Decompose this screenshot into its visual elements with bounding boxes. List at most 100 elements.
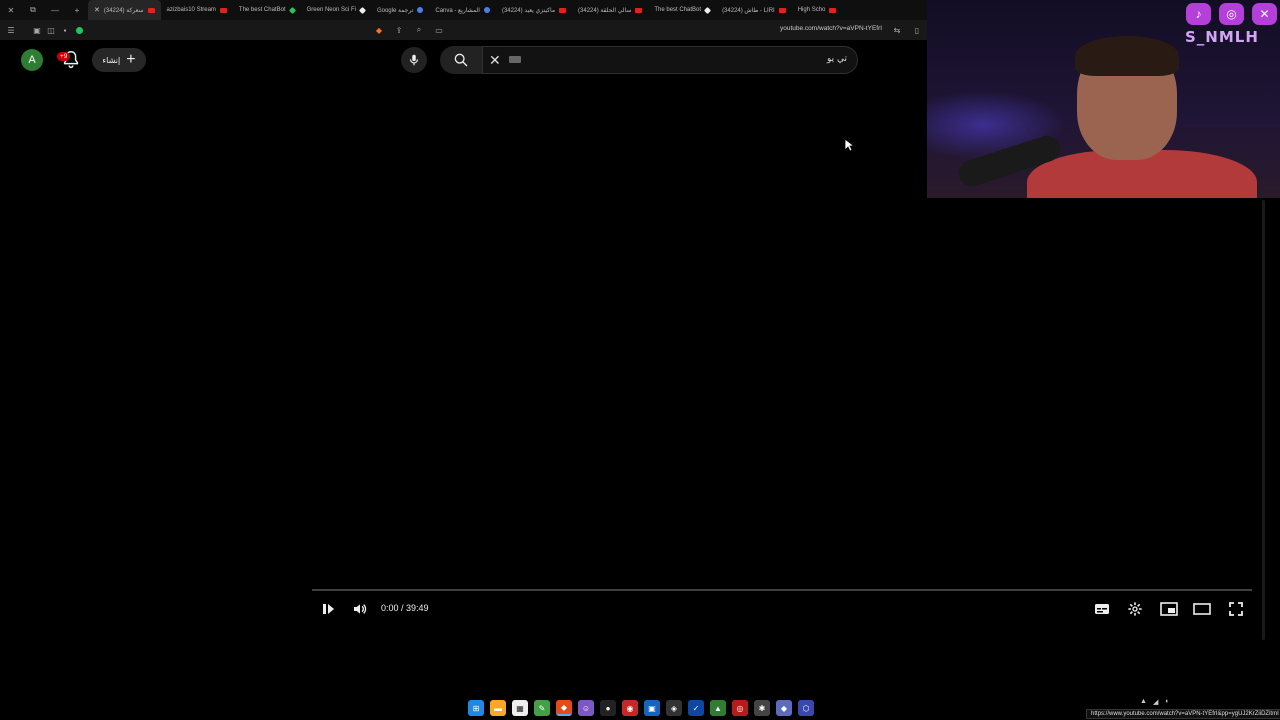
vpn-status-icon[interactable]: [72, 23, 86, 37]
cast-icon[interactable]: ▭: [432, 23, 446, 37]
new-tab-icon[interactable]: +: [66, 0, 88, 20]
minimize-window-icon[interactable]: —: [44, 0, 66, 20]
browser-tab[interactable]: (34224) ماكينزي يعيد: [496, 0, 572, 20]
time-display: 0:00 / 39:49: [381, 603, 429, 613]
miniplayer-icon: [1160, 602, 1178, 616]
restore-window-icon[interactable]: ⧉: [22, 0, 44, 20]
x-icon: ✕: [1252, 3, 1277, 25]
browser-tab[interactable]: ✕ (34224) سعركة: [88, 0, 161, 20]
blue-favicon-icon: [483, 7, 490, 13]
plus-icon: +: [126, 51, 136, 68]
browser-tab[interactable]: azizbais10 Stream: [161, 0, 233, 20]
tab-label: (34224) طاش - LIRI: [722, 7, 775, 14]
blue-favicon-icon: [417, 7, 424, 13]
browser-tab[interactable]: High Scho: [792, 0, 843, 20]
brave-browser-icon[interactable]: ◆: [556, 700, 572, 716]
share-icon[interactable]: ⇪: [392, 23, 406, 37]
youtube-favicon-icon: [147, 7, 155, 13]
voice-search-button[interactable]: [401, 47, 427, 73]
notification-badge: +9: [57, 52, 71, 61]
tab-label: Google ترجمة: [376, 7, 414, 14]
keyboard-icon[interactable]: [509, 56, 521, 63]
settings-app-icon[interactable]: ✱: [754, 700, 770, 716]
browser-toolbar: ☰ ▣ ◫ ▪ ◆ ⇪ ⌕ ▭ youtube.com/watch?v=aVPN…: [0, 20, 928, 40]
tab-label: (34224) ماكينزي يعيد: [501, 7, 556, 14]
calendar-icon[interactable]: ▦: [512, 700, 528, 716]
browser-tab[interactable]: Google ترجمة: [371, 0, 429, 20]
wallet-icon[interactable]: ▪: [58, 23, 72, 37]
file-explorer-icon[interactable]: ▬: [490, 700, 506, 716]
white-favicon-icon: [358, 6, 367, 14]
discord-icon[interactable]: ☺: [578, 700, 594, 716]
steam-icon[interactable]: ✓: [688, 700, 704, 716]
avatar[interactable]: A: [21, 49, 43, 71]
browser-tab[interactable]: The best ChatBot: [233, 0, 301, 20]
search-button[interactable]: [440, 46, 482, 74]
clear-search-icon[interactable]: ✕: [489, 52, 501, 69]
app-window-icon[interactable]: ▣: [644, 700, 660, 716]
youtube-header: A +9 إنشاء + ✕: [0, 40, 928, 80]
close-window-icon[interactable]: ✕: [0, 0, 22, 20]
volume-tray-icon[interactable]: ◖: [1164, 698, 1168, 706]
browser-tab[interactable]: (34224) سالي الحلقة: [572, 0, 648, 20]
miniplayer-button[interactable]: [1158, 598, 1180, 620]
white-favicon-icon: [704, 6, 712, 14]
youtube-favicon-icon: [559, 7, 567, 13]
browser-tab[interactable]: (34224) طاش - LIRI: [716, 0, 792, 20]
browser-tab-strip: ✕ ⧉ — + ✕ (34224) سعركة azizbais10 Stream T…: [0, 0, 928, 20]
mouse-cursor-icon: [844, 138, 854, 152]
create-label: إنشاء: [102, 55, 121, 65]
zoom-icon[interactable]: ⌕: [412, 23, 426, 37]
game-launcher-icon[interactable]: ◆: [776, 700, 792, 716]
sidebar-menu-icon[interactable]: ☰: [4, 23, 18, 37]
epic-games-icon[interactable]: ◈: [666, 700, 682, 716]
network-icon[interactable]: ◢: [1153, 698, 1158, 706]
tab-label: (34224) سالي الحلقة: [578, 7, 632, 14]
volume-button[interactable]: [349, 598, 371, 620]
webcam-overlay: ♪ ◎ ✕ S_NMLH: [927, 0, 1280, 198]
address-bar[interactable]: youtube.com/watch?v=aVPN-tYEfrI: [780, 25, 882, 32]
stream-deck-icon[interactable]: ⬡: [798, 700, 814, 716]
search-icon: [454, 53, 468, 67]
progress-bar[interactable]: [312, 589, 1252, 591]
fullscreen-button[interactable]: [1225, 598, 1247, 620]
browser-tab[interactable]: Canva - المشاريع: [429, 0, 496, 20]
tray-arrow-icon[interactable]: ▲: [1140, 698, 1147, 706]
tab-label: Canva - المشاريع: [435, 7, 480, 14]
extensions-icon[interactable]: ◫: [44, 23, 58, 37]
notes-icon[interactable]: ✎: [534, 700, 550, 716]
volume-icon: [354, 604, 367, 614]
tab-label: Green Neon Sci Fi: [306, 7, 356, 13]
theater-icon: [1193, 603, 1211, 615]
youtube-favicon-icon: [829, 7, 837, 13]
subtitles-button[interactable]: [1091, 598, 1113, 620]
bookmark-icon[interactable]: ▯: [910, 23, 924, 37]
search-box[interactable]: ✕: [482, 46, 858, 74]
brave-shield-icon[interactable]: ◆: [372, 23, 386, 37]
subtitles-icon: [1095, 604, 1109, 614]
browser-tab[interactable]: The best ChatBot: [648, 0, 716, 20]
tab-label: High Scho: [797, 7, 826, 13]
play-pause-button[interactable]: [317, 598, 339, 620]
obs-icon[interactable]: ●: [600, 700, 616, 716]
theater-mode-button[interactable]: [1191, 598, 1213, 620]
recorder-icon[interactable]: ◎: [732, 700, 748, 716]
youtube-favicon-icon: [635, 7, 643, 13]
social-icons: ♪ ◎ ✕: [1186, 3, 1277, 25]
page-scrollbar[interactable]: [1262, 200, 1265, 640]
vpn-app-icon[interactable]: ▲: [710, 700, 726, 716]
chrome-icon[interactable]: ◉: [622, 700, 638, 716]
tab-manager-icon[interactable]: ▣: [30, 23, 44, 37]
youtube-favicon-icon: [778, 7, 786, 13]
create-button[interactable]: إنشاء +: [92, 48, 146, 72]
tab-label: The best ChatBot: [654, 7, 702, 13]
search-input[interactable]: [647, 54, 847, 64]
start-menu-icon[interactable]: ⊞: [468, 700, 484, 716]
translate-icon[interactable]: ⇆: [890, 23, 904, 37]
tab-close-icon[interactable]: ✕: [94, 6, 100, 14]
settings-button[interactable]: [1124, 598, 1146, 620]
streamer-handle: S_NMLH: [1185, 28, 1259, 46]
system-tray: ▲ ◢ ◖: [1140, 698, 1169, 706]
pause-icon: [323, 604, 334, 614]
browser-tab[interactable]: Green Neon Sci Fi: [301, 0, 371, 20]
